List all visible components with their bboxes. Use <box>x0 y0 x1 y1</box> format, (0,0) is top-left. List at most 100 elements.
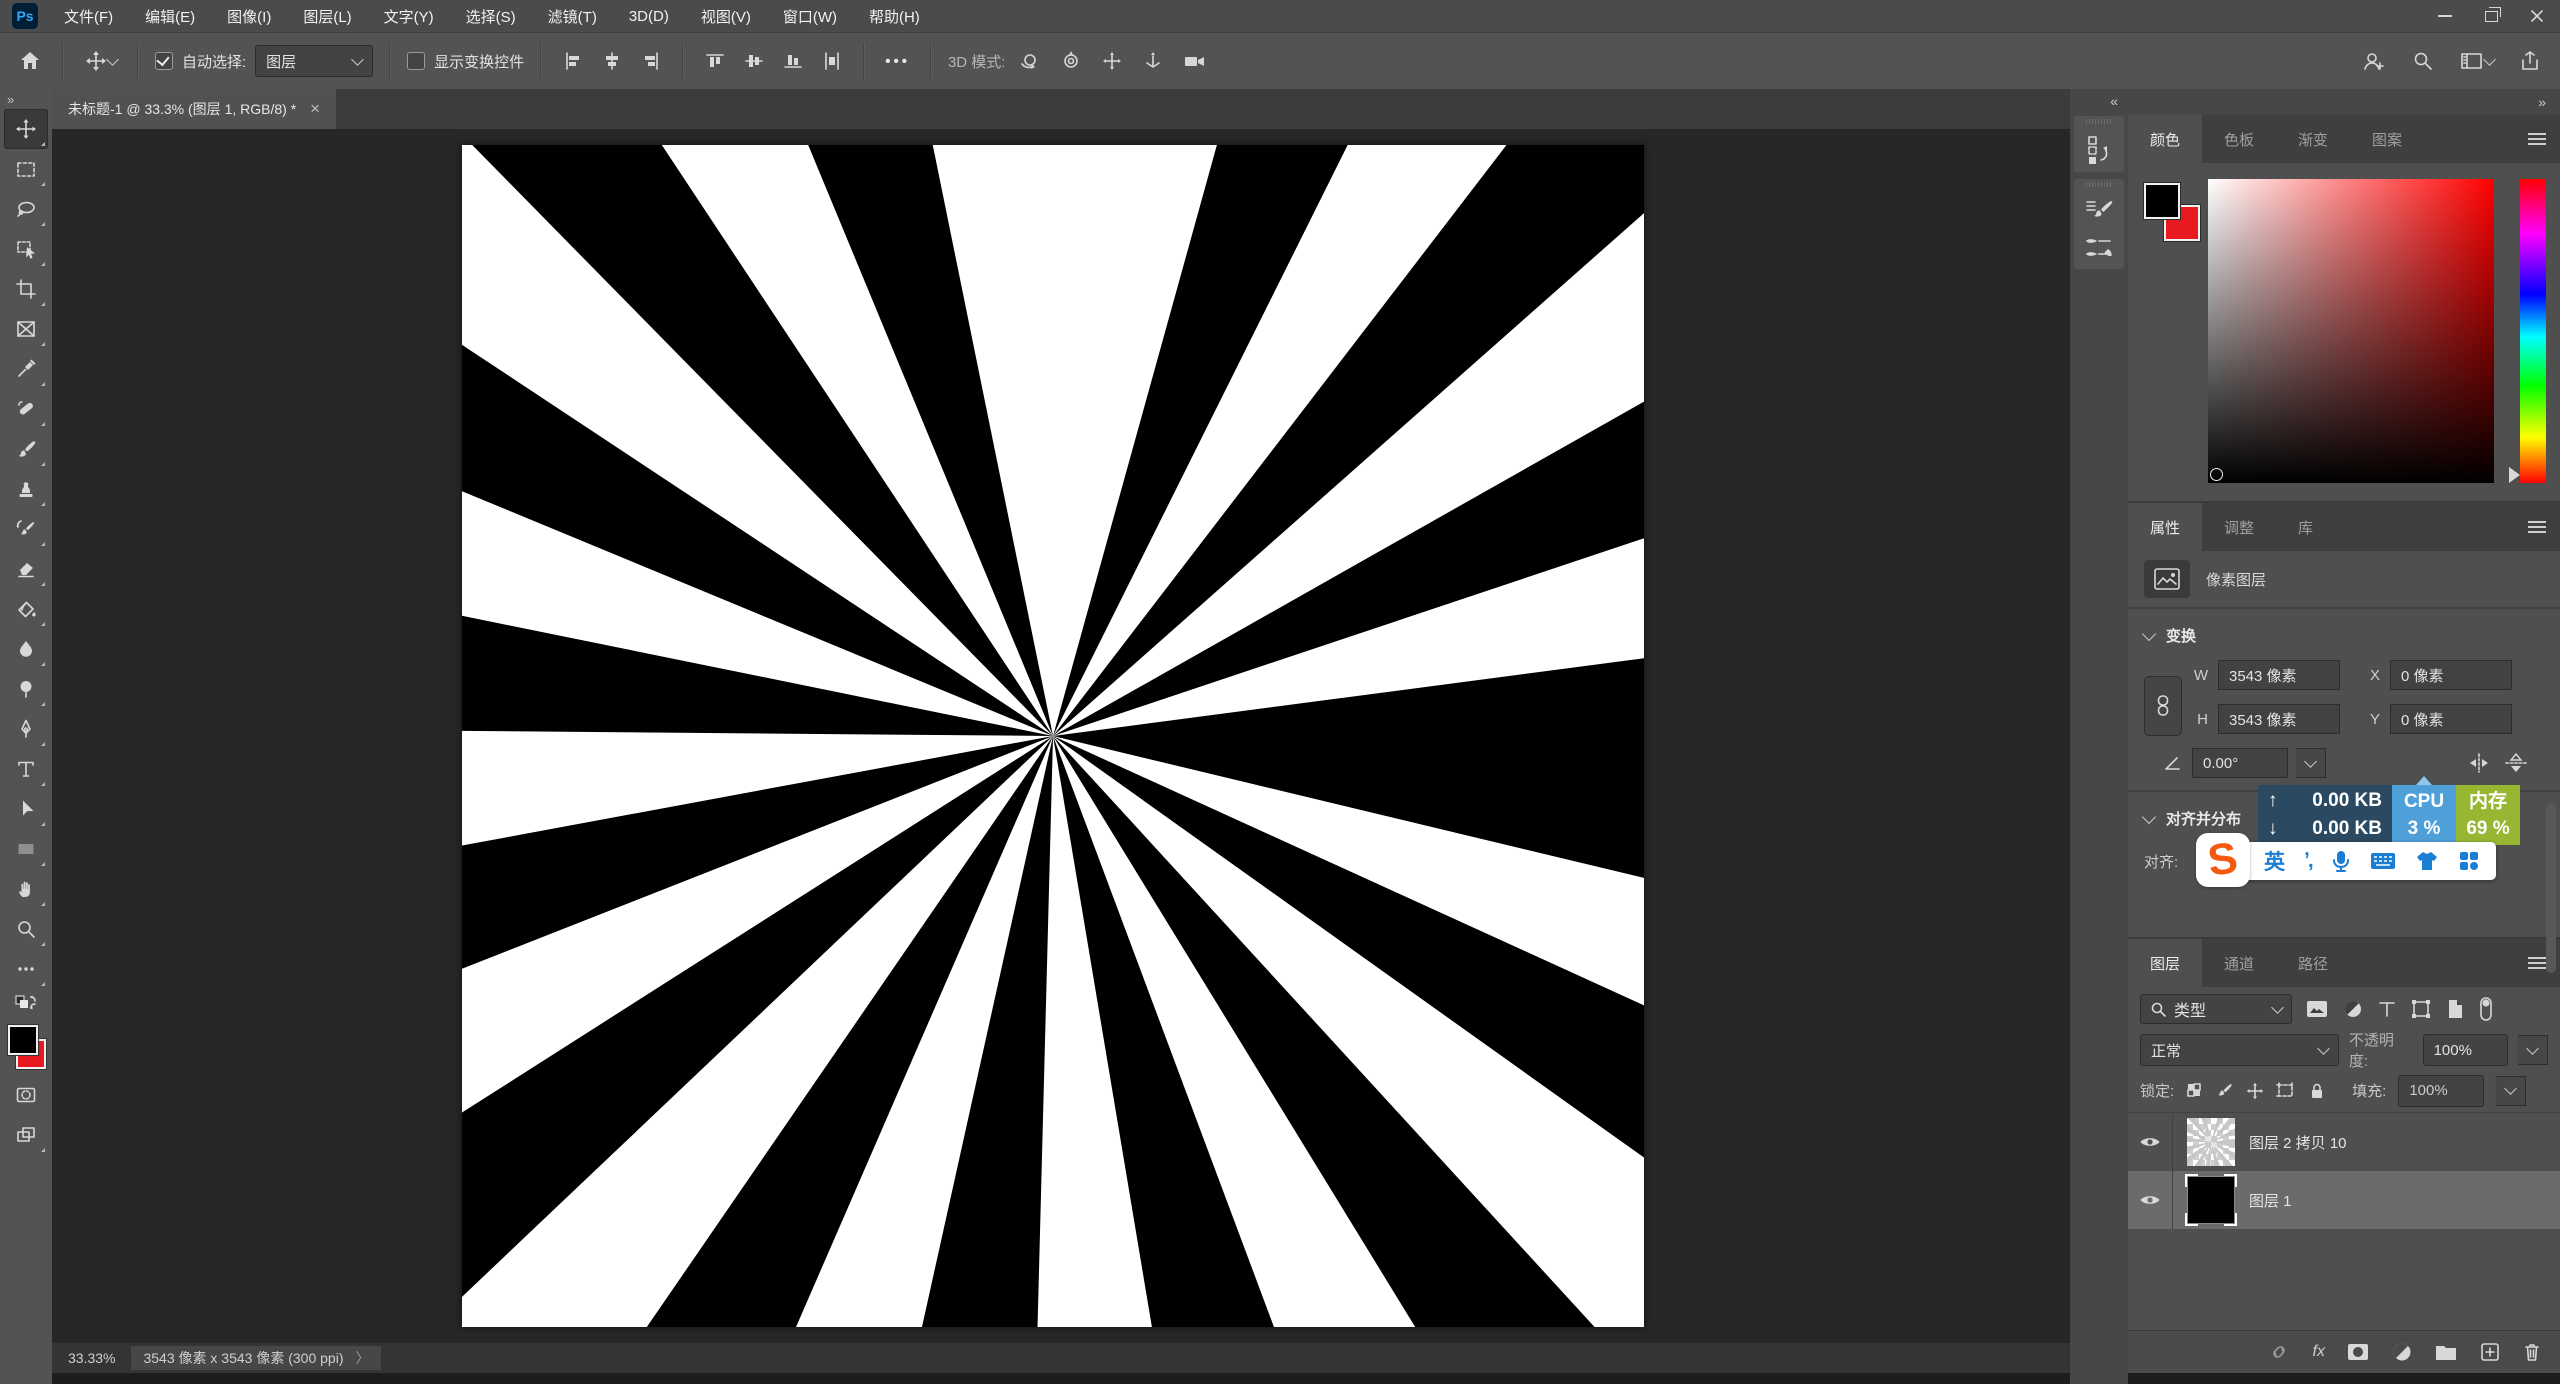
lock-position-icon[interactable] <box>2246 1082 2264 1100</box>
tab-swatches[interactable]: 色板 <box>2202 115 2276 163</box>
ime-skin-icon[interactable] <box>2415 850 2439 872</box>
layer-name[interactable]: 图层 2 拷贝 10 <box>2249 1132 2347 1153</box>
layer-thumbnail-black[interactable] <box>2187 1176 2235 1224</box>
lock-all-icon[interactable] <box>2308 1082 2326 1100</box>
fill-dropdown-button[interactable] <box>2496 1076 2526 1106</box>
spot-healing-brush-tool[interactable] <box>4 389 48 429</box>
hue-slider-handle[interactable] <box>2509 467 2520 483</box>
menu-window[interactable]: 窗口(W) <box>767 0 853 32</box>
menu-filter[interactable]: 滤镜(T) <box>532 0 613 32</box>
brush-tool[interactable] <box>4 429 48 469</box>
search-button[interactable] <box>2407 45 2439 77</box>
align-top-button[interactable] <box>700 46 730 76</box>
quick-mask-mode-button[interactable] <box>4 1075 48 1115</box>
menu-type[interactable]: 文字(Y) <box>368 0 450 32</box>
menu-file[interactable]: 文件(F) <box>48 0 129 32</box>
tab-properties[interactable]: 属性 <box>2128 503 2202 551</box>
visibility-toggle[interactable] <box>2128 1171 2173 1229</box>
menu-select[interactable]: 选择(S) <box>450 0 532 32</box>
panel-menu-icon[interactable] <box>2528 133 2546 145</box>
properties-scrollbar[interactable] <box>2546 803 2556 973</box>
move-tool[interactable] <box>4 109 48 149</box>
blur-tool[interactable] <box>4 629 48 669</box>
layer-name[interactable]: 图层 1 <box>2249 1190 2292 1211</box>
history-brush-tool[interactable] <box>4 509 48 549</box>
align-right-button[interactable] <box>636 46 666 76</box>
ime-punctuation-toggle[interactable]: ʼ, <box>2304 849 2312 873</box>
history-panel-button[interactable] <box>2084 134 2114 166</box>
zoom-level-field[interactable]: 33.33% <box>68 1350 115 1366</box>
pasteboard[interactable] <box>52 129 2070 1343</box>
delete-layer-icon[interactable] <box>2522 1341 2542 1363</box>
lasso-tool[interactable] <box>4 189 48 229</box>
3d-orbit-button[interactable] <box>1014 45 1046 77</box>
filter-type-layers-icon[interactable] <box>2377 999 2397 1019</box>
flip-horizontal-icon[interactable] <box>2464 751 2494 775</box>
new-layer-icon[interactable] <box>2479 1341 2501 1363</box>
hue-bar[interactable] <box>2520 179 2546 483</box>
document-tab[interactable]: 未标题-1 @ 33.3% (图层 1, RGB/8) * × <box>52 89 336 129</box>
eyedropper-tool[interactable] <box>4 349 48 389</box>
frame-tool[interactable] <box>4 309 48 349</box>
foreground-color-swatch[interactable] <box>2144 183 2180 219</box>
3d-camera-button[interactable] <box>1178 45 1212 77</box>
width-field[interactable]: 3543 像素 <box>2218 660 2340 690</box>
angle-dropdown-button[interactable] <box>2296 748 2326 778</box>
auto-select-checkbox[interactable] <box>155 52 173 70</box>
foreground-background-swatches[interactable] <box>6 1025 46 1069</box>
distribute-button[interactable] <box>817 46 847 76</box>
dodge-tool[interactable] <box>4 669 48 709</box>
link-dimensions-button[interactable] <box>2144 676 2182 736</box>
document-canvas[interactable] <box>462 145 1644 1327</box>
tab-patterns[interactable]: 图案 <box>2350 115 2424 163</box>
restore-button[interactable] <box>2468 0 2514 32</box>
rectangular-marquee-tool[interactable] <box>4 149 48 189</box>
opacity-dropdown-button[interactable] <box>2518 1035 2548 1065</box>
show-transform-checkbox[interactable] <box>407 52 425 70</box>
tab-adjustments[interactable]: 调整 <box>2202 503 2276 551</box>
opacity-dropdown[interactable]: 100% <box>2423 1034 2509 1066</box>
swap-colors-button[interactable] <box>4 989 48 1019</box>
object-selection-tool[interactable] <box>4 229 48 269</box>
panel-menu-icon[interactable] <box>2528 957 2546 969</box>
menu-image[interactable]: 图像(I) <box>211 0 287 32</box>
toolbar-expand-button[interactable]: » <box>0 89 14 109</box>
edit-toolbar-button[interactable] <box>4 949 48 989</box>
transform-section-header[interactable]: 变换 <box>2128 609 2560 654</box>
ime-language-toggle[interactable]: 英 <box>2264 846 2285 876</box>
blend-mode-dropdown[interactable]: 正常 <box>2140 1034 2339 1066</box>
visibility-toggle[interactable] <box>2128 1113 2173 1171</box>
dock-grip[interactable] <box>2086 119 2112 124</box>
align-center-h-button[interactable] <box>597 46 627 76</box>
menu-view[interactable]: 视图(V) <box>685 0 767 32</box>
layer-row-layer1[interactable]: 图层 1 <box>2128 1171 2560 1229</box>
crop-tool[interactable] <box>4 269 48 309</box>
lock-artboard-icon[interactable] <box>2276 1082 2296 1100</box>
tab-paths[interactable]: 路径 <box>2276 939 2350 987</box>
filter-pixel-layers-icon[interactable] <box>2305 999 2329 1019</box>
color-picker-ring[interactable] <box>2210 468 2223 481</box>
layer-row-copy10[interactable]: 图层 2 拷贝 10 <box>2128 1113 2560 1171</box>
share-image-button[interactable] <box>2514 45 2546 77</box>
filter-shape-layers-icon[interactable] <box>2410 998 2432 1020</box>
dock-collapse-button[interactable]: « <box>2110 89 2128 109</box>
screen-mode-button[interactable] <box>4 1115 48 1155</box>
lock-pixels-icon[interactable] <box>2216 1082 2234 1100</box>
clone-stamp-tool[interactable] <box>4 469 48 509</box>
status-chevron-icon[interactable]: 〉 <box>355 1348 369 1368</box>
home-button[interactable] <box>14 45 46 77</box>
ime-toolbox-icon[interactable] <box>2458 850 2480 872</box>
angle-field[interactable]: 0.00° <box>2192 748 2288 778</box>
layer-thumbnail-starburst[interactable] <box>2187 1118 2235 1166</box>
3d-roll-button[interactable] <box>1055 45 1087 77</box>
menu-help[interactable]: 帮助(H) <box>853 0 936 32</box>
x-field[interactable]: 0 像素 <box>2390 660 2512 690</box>
link-layers-icon[interactable] <box>2266 1342 2292 1362</box>
flip-vertical-icon[interactable] <box>2502 751 2530 775</box>
ime-keyboard-icon[interactable] <box>2370 851 2396 871</box>
close-button[interactable] <box>2514 0 2560 32</box>
layer-effects-button[interactable]: fx <box>2313 1343 2325 1361</box>
share-for-review-button[interactable] <box>2357 45 2391 77</box>
brushes-panel-button[interactable] <box>2083 235 2115 263</box>
dock-grip[interactable] <box>2086 182 2112 187</box>
